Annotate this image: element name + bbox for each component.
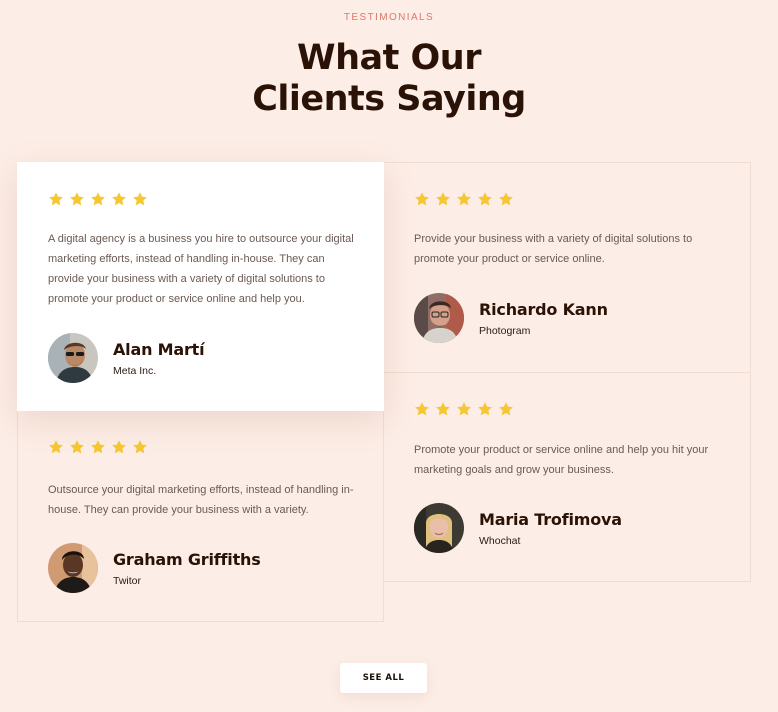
testimonial-quote: Outsource your digital marketing efforts…	[48, 484, 354, 516]
avatar	[414, 293, 464, 343]
star-icon	[436, 192, 450, 206]
testimonial-author: Alan Martí Meta Inc.	[48, 333, 205, 383]
author-company: Meta Inc.	[113, 364, 157, 377]
testimonial-card-graham[interactable]: Outsource your digital marketing efforts…	[17, 410, 384, 622]
heading-line-1: What Our	[297, 38, 482, 78]
testimonial-card-richardo[interactable]: Provide your business with a variety of …	[383, 162, 751, 373]
star-icon	[415, 402, 429, 416]
star-icon	[478, 192, 492, 206]
star-icon	[457, 192, 471, 206]
testimonial-author: Graham Griffiths Twitor	[48, 543, 261, 593]
heading-line-2: Clients Saying	[252, 79, 526, 119]
star-icon	[457, 402, 471, 416]
avatar	[48, 543, 98, 593]
star-icon	[70, 192, 84, 206]
star-icon	[499, 192, 513, 206]
testimonial-card-maria[interactable]: Promote your product or service online a…	[383, 372, 751, 582]
star-rating	[414, 191, 514, 207]
author-company: Twitor	[113, 574, 142, 587]
star-icon	[49, 440, 63, 454]
star-icon	[133, 440, 147, 454]
star-icon	[133, 192, 147, 206]
testimonials-section: TESTIMONIALS What Our Clients Saying A d…	[0, 0, 778, 712]
section-eyebrow: TESTIMONIALS	[343, 12, 435, 23]
section-heading: What Our Clients Saying	[0, 38, 778, 120]
star-icon	[91, 192, 105, 206]
testimonial-quote: Promote your product or service online a…	[414, 444, 709, 476]
author-company: Photogram	[479, 324, 531, 337]
star-rating	[414, 401, 514, 417]
testimonial-card-alan[interactable]: A digital agency is a business you hire …	[17, 162, 384, 411]
testimonial-author: Richardo Kann Photogram	[414, 293, 608, 343]
avatar	[48, 333, 98, 383]
star-rating	[48, 439, 148, 455]
testimonial-quote: A digital agency is a business you hire …	[48, 233, 354, 305]
star-icon	[112, 192, 126, 206]
testimonial-quote: Provide your business with a variety of …	[414, 233, 693, 265]
avatar	[414, 503, 464, 553]
star-rating	[48, 191, 148, 207]
see-all-button[interactable]: SEE ALL	[340, 663, 427, 693]
star-icon	[499, 402, 513, 416]
star-icon	[70, 440, 84, 454]
star-icon	[112, 440, 126, 454]
author-name: Maria Trofimova	[479, 509, 622, 529]
author-name: Graham Griffiths	[113, 549, 261, 569]
testimonial-author: Maria Trofimova Whochat	[414, 503, 622, 553]
author-company: Whochat	[479, 534, 521, 547]
star-icon	[478, 402, 492, 416]
author-name: Richardo Kann	[479, 299, 608, 319]
star-icon	[436, 402, 450, 416]
author-name: Alan Martí	[113, 339, 205, 359]
star-icon	[415, 192, 429, 206]
star-icon	[49, 192, 63, 206]
star-icon	[91, 440, 105, 454]
